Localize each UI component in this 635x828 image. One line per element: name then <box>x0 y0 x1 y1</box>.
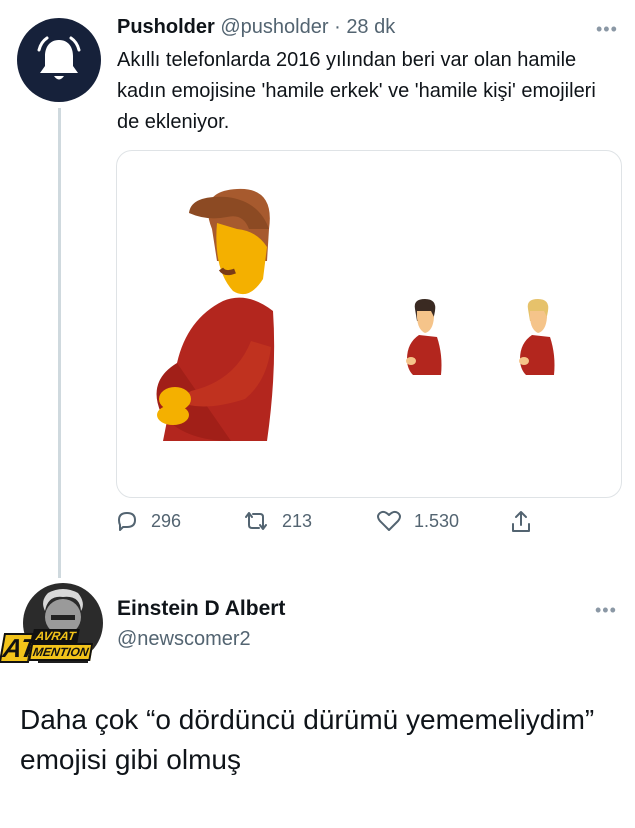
avatar-badge: AT AVRAT MENTION <box>0 625 98 665</box>
thread-line <box>58 108 61 578</box>
tweet-actions: 296 213 1.530 <box>115 509 535 541</box>
avatar-einstein[interactable]: AT AVRAT MENTION <box>0 581 108 671</box>
display-name[interactable]: Pusholder <box>117 16 215 38</box>
timestamp[interactable]: 28 dk <box>346 16 395 38</box>
retweet-icon <box>245 512 267 530</box>
tweet-text: Akıllı telefonlarda 2016 yılından beri v… <box>117 49 596 133</box>
bell-icon <box>37 36 81 80</box>
pregnant-man-blond-hair <box>519 299 555 375</box>
reply-count: 296 <box>151 510 182 531</box>
badge-line2: MENTION <box>28 643 94 661</box>
handle[interactable]: @pusholder <box>220 16 328 38</box>
handle-2[interactable]: @newscomer2 <box>117 628 251 651</box>
reply-icon <box>118 512 136 531</box>
retweet-count: 213 <box>282 510 313 531</box>
reply-button[interactable]: 296 <box>115 509 181 533</box>
pregnant-man-dark-hair <box>406 299 442 375</box>
separator: · <box>334 16 341 38</box>
pregnant-man-emoji-image <box>156 188 555 441</box>
reply-text: Daha çok “o dördüncü dürümü yememeliydim… <box>20 704 595 775</box>
display-name-2[interactable]: Einstein D Albert <box>117 597 285 621</box>
badge-line1: AVRAT <box>31 629 80 643</box>
more-dots-icon[interactable]: ••• <box>596 19 618 40</box>
retweet-button[interactable]: 213 <box>242 509 312 533</box>
share-button[interactable] <box>509 509 533 535</box>
like-icon <box>377 510 401 531</box>
like-button[interactable]: 1.530 <box>376 509 459 533</box>
tweet-media[interactable] <box>116 150 622 498</box>
more-dots-icon[interactable]: ••• <box>595 600 617 621</box>
share-icon <box>512 511 530 532</box>
avatar-pusholder[interactable] <box>17 18 101 102</box>
like-count: 1.530 <box>414 510 460 531</box>
pregnant-man-large <box>156 188 275 441</box>
tweet-header: Pusholder @pusholder · 28 dk <box>117 16 395 39</box>
